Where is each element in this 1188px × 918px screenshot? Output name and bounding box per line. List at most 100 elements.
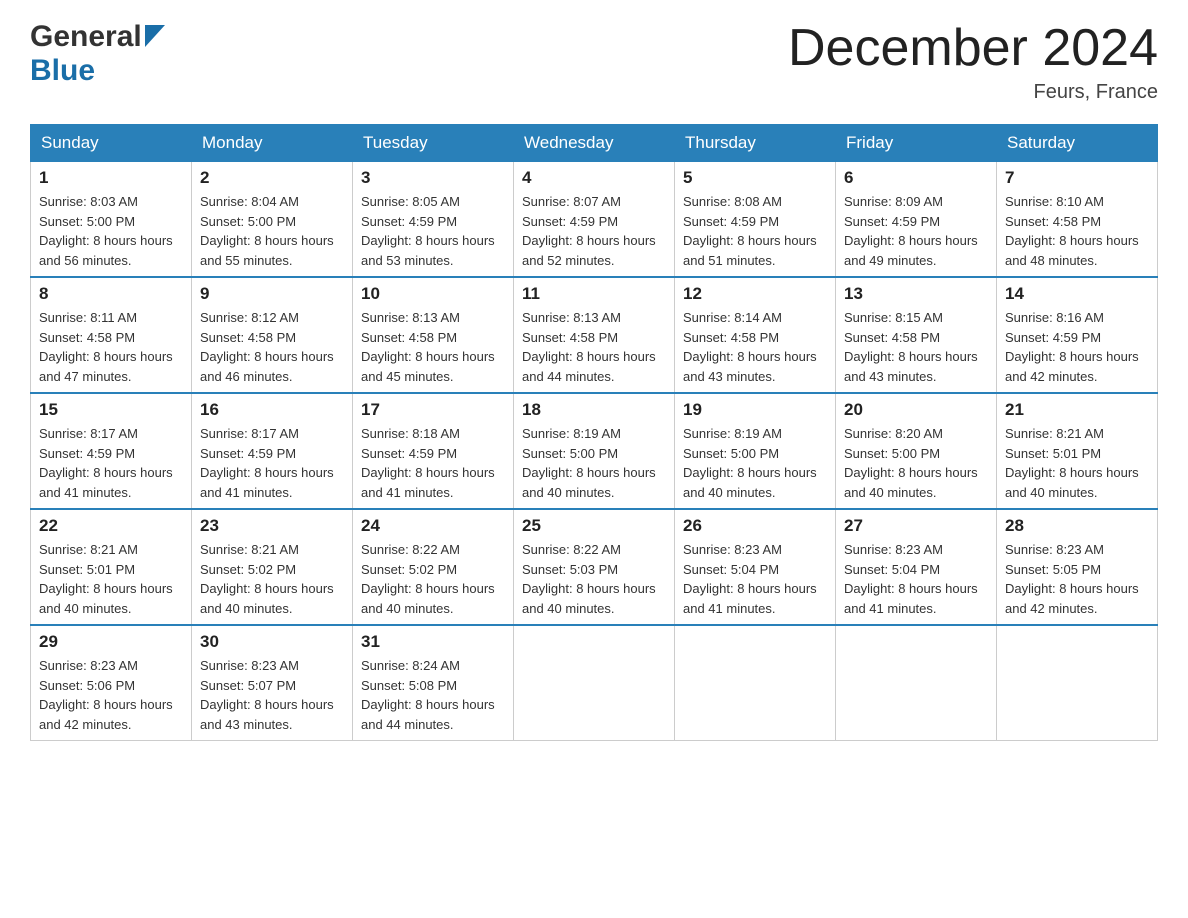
day-number: 15 (39, 400, 183, 420)
day-info: Sunrise: 8:21 AMSunset: 5:02 PMDaylight:… (200, 542, 334, 616)
header-wednesday: Wednesday (514, 125, 675, 162)
day-number: 30 (200, 632, 344, 652)
calendar-cell: 24 Sunrise: 8:22 AMSunset: 5:02 PMDaylig… (353, 509, 514, 625)
logo: General Blue (30, 20, 165, 88)
day-number: 9 (200, 284, 344, 304)
calendar-cell: 10 Sunrise: 8:13 AMSunset: 4:58 PMDaylig… (353, 277, 514, 393)
logo-arrow-icon (145, 25, 165, 52)
calendar-cell: 15 Sunrise: 8:17 AMSunset: 4:59 PMDaylig… (31, 393, 192, 509)
day-info: Sunrise: 8:24 AMSunset: 5:08 PMDaylight:… (361, 658, 495, 732)
calendar-cell: 20 Sunrise: 8:20 AMSunset: 5:00 PMDaylig… (836, 393, 997, 509)
calendar-cell: 12 Sunrise: 8:14 AMSunset: 4:58 PMDaylig… (675, 277, 836, 393)
day-number: 16 (200, 400, 344, 420)
day-info: Sunrise: 8:04 AMSunset: 5:00 PMDaylight:… (200, 194, 334, 268)
day-info: Sunrise: 8:23 AMSunset: 5:04 PMDaylight:… (683, 542, 817, 616)
month-title: December 2024 (788, 20, 1158, 77)
location: Feurs, France (788, 81, 1158, 104)
calendar-week-row: 1 Sunrise: 8:03 AMSunset: 5:00 PMDayligh… (31, 162, 1158, 278)
calendar-table: SundayMondayTuesdayWednesdayThursdayFrid… (30, 124, 1158, 741)
page-header: General Blue December 2024 Feurs, France (30, 20, 1158, 104)
calendar-cell: 23 Sunrise: 8:21 AMSunset: 5:02 PMDaylig… (192, 509, 353, 625)
day-number: 22 (39, 516, 183, 536)
day-info: Sunrise: 8:22 AMSunset: 5:02 PMDaylight:… (361, 542, 495, 616)
day-number: 28 (1005, 516, 1149, 536)
day-info: Sunrise: 8:23 AMSunset: 5:05 PMDaylight:… (1005, 542, 1139, 616)
day-number: 26 (683, 516, 827, 536)
calendar-cell: 5 Sunrise: 8:08 AMSunset: 4:59 PMDayligh… (675, 162, 836, 278)
day-number: 19 (683, 400, 827, 420)
day-info: Sunrise: 8:05 AMSunset: 4:59 PMDaylight:… (361, 194, 495, 268)
logo-blue-text: Blue (30, 54, 95, 87)
title-section: December 2024 Feurs, France (788, 20, 1158, 104)
day-number: 20 (844, 400, 988, 420)
logo-general-text: General (30, 20, 142, 54)
day-info: Sunrise: 8:23 AMSunset: 5:06 PMDaylight:… (39, 658, 173, 732)
calendar-cell: 8 Sunrise: 8:11 AMSunset: 4:58 PMDayligh… (31, 277, 192, 393)
header-tuesday: Tuesday (353, 125, 514, 162)
calendar-cell: 25 Sunrise: 8:22 AMSunset: 5:03 PMDaylig… (514, 509, 675, 625)
day-info: Sunrise: 8:21 AMSunset: 5:01 PMDaylight:… (39, 542, 173, 616)
calendar-cell: 22 Sunrise: 8:21 AMSunset: 5:01 PMDaylig… (31, 509, 192, 625)
day-number: 11 (522, 284, 666, 304)
day-number: 3 (361, 168, 505, 188)
day-info: Sunrise: 8:15 AMSunset: 4:58 PMDaylight:… (844, 310, 978, 384)
day-number: 2 (200, 168, 344, 188)
calendar-cell (997, 625, 1158, 741)
calendar-cell: 30 Sunrise: 8:23 AMSunset: 5:07 PMDaylig… (192, 625, 353, 741)
day-info: Sunrise: 8:08 AMSunset: 4:59 PMDaylight:… (683, 194, 817, 268)
day-info: Sunrise: 8:18 AMSunset: 4:59 PMDaylight:… (361, 426, 495, 500)
day-info: Sunrise: 8:17 AMSunset: 4:59 PMDaylight:… (200, 426, 334, 500)
calendar-cell: 31 Sunrise: 8:24 AMSunset: 5:08 PMDaylig… (353, 625, 514, 741)
day-info: Sunrise: 8:23 AMSunset: 5:07 PMDaylight:… (200, 658, 334, 732)
day-info: Sunrise: 8:12 AMSunset: 4:58 PMDaylight:… (200, 310, 334, 384)
day-number: 7 (1005, 168, 1149, 188)
day-info: Sunrise: 8:03 AMSunset: 5:00 PMDaylight:… (39, 194, 173, 268)
calendar-cell: 1 Sunrise: 8:03 AMSunset: 5:00 PMDayligh… (31, 162, 192, 278)
calendar-cell: 6 Sunrise: 8:09 AMSunset: 4:59 PMDayligh… (836, 162, 997, 278)
calendar-week-row: 8 Sunrise: 8:11 AMSunset: 4:58 PMDayligh… (31, 277, 1158, 393)
calendar-week-row: 15 Sunrise: 8:17 AMSunset: 4:59 PMDaylig… (31, 393, 1158, 509)
day-info: Sunrise: 8:16 AMSunset: 4:59 PMDaylight:… (1005, 310, 1139, 384)
day-number: 4 (522, 168, 666, 188)
day-info: Sunrise: 8:13 AMSunset: 4:58 PMDaylight:… (361, 310, 495, 384)
day-number: 24 (361, 516, 505, 536)
day-info: Sunrise: 8:20 AMSunset: 5:00 PMDaylight:… (844, 426, 978, 500)
calendar-cell: 13 Sunrise: 8:15 AMSunset: 4:58 PMDaylig… (836, 277, 997, 393)
day-number: 23 (200, 516, 344, 536)
calendar-cell: 19 Sunrise: 8:19 AMSunset: 5:00 PMDaylig… (675, 393, 836, 509)
day-info: Sunrise: 8:19 AMSunset: 5:00 PMDaylight:… (522, 426, 656, 500)
calendar-cell: 16 Sunrise: 8:17 AMSunset: 4:59 PMDaylig… (192, 393, 353, 509)
calendar-cell: 3 Sunrise: 8:05 AMSunset: 4:59 PMDayligh… (353, 162, 514, 278)
calendar-cell (514, 625, 675, 741)
day-number: 6 (844, 168, 988, 188)
calendar-cell: 4 Sunrise: 8:07 AMSunset: 4:59 PMDayligh… (514, 162, 675, 278)
calendar-cell: 28 Sunrise: 8:23 AMSunset: 5:05 PMDaylig… (997, 509, 1158, 625)
day-info: Sunrise: 8:17 AMSunset: 4:59 PMDaylight:… (39, 426, 173, 500)
day-info: Sunrise: 8:19 AMSunset: 5:00 PMDaylight:… (683, 426, 817, 500)
calendar-cell: 2 Sunrise: 8:04 AMSunset: 5:00 PMDayligh… (192, 162, 353, 278)
calendar-cell (836, 625, 997, 741)
day-number: 31 (361, 632, 505, 652)
day-number: 12 (683, 284, 827, 304)
day-info: Sunrise: 8:11 AMSunset: 4:58 PMDaylight:… (39, 310, 173, 384)
day-info: Sunrise: 8:09 AMSunset: 4:59 PMDaylight:… (844, 194, 978, 268)
header-thursday: Thursday (675, 125, 836, 162)
day-info: Sunrise: 8:13 AMSunset: 4:58 PMDaylight:… (522, 310, 656, 384)
day-info: Sunrise: 8:10 AMSunset: 4:58 PMDaylight:… (1005, 194, 1139, 268)
calendar-cell: 27 Sunrise: 8:23 AMSunset: 5:04 PMDaylig… (836, 509, 997, 625)
calendar-cell: 11 Sunrise: 8:13 AMSunset: 4:58 PMDaylig… (514, 277, 675, 393)
day-number: 1 (39, 168, 183, 188)
day-number: 8 (39, 284, 183, 304)
calendar-cell: 21 Sunrise: 8:21 AMSunset: 5:01 PMDaylig… (997, 393, 1158, 509)
day-number: 17 (361, 400, 505, 420)
day-number: 14 (1005, 284, 1149, 304)
day-number: 25 (522, 516, 666, 536)
header-friday: Friday (836, 125, 997, 162)
calendar-cell (675, 625, 836, 741)
calendar-cell: 26 Sunrise: 8:23 AMSunset: 5:04 PMDaylig… (675, 509, 836, 625)
day-info: Sunrise: 8:21 AMSunset: 5:01 PMDaylight:… (1005, 426, 1139, 500)
calendar-cell: 7 Sunrise: 8:10 AMSunset: 4:58 PMDayligh… (997, 162, 1158, 278)
calendar-cell: 14 Sunrise: 8:16 AMSunset: 4:59 PMDaylig… (997, 277, 1158, 393)
calendar-cell: 18 Sunrise: 8:19 AMSunset: 5:00 PMDaylig… (514, 393, 675, 509)
header-sunday: Sunday (31, 125, 192, 162)
